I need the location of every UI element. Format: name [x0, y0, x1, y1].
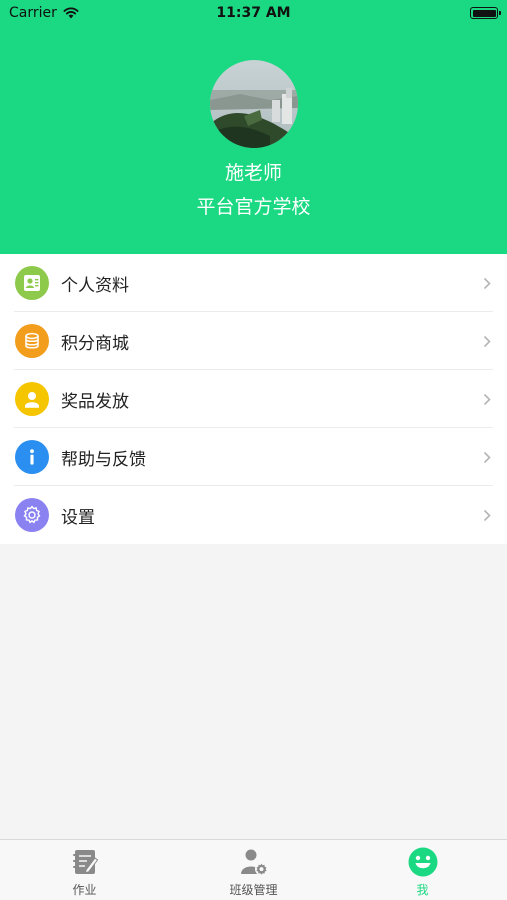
profile-header: Carrier 11:37 AM 施老师 平台官方学校 [0, 0, 507, 254]
chevron-right-icon [483, 509, 491, 521]
chevron-right-icon [483, 451, 491, 463]
menu-item-help-feedback[interactable]: 帮助与反馈 [0, 428, 507, 486]
avatar-photo [210, 60, 298, 148]
chevron-right-icon [483, 277, 491, 289]
me-smiley-icon [408, 847, 437, 877]
avatar[interactable] [210, 60, 298, 148]
profile-school: 平台官方学校 [196, 196, 311, 218]
battery-icon [470, 7, 501, 19]
tab-bar: 作业 班级管理 我 [0, 839, 507, 900]
screen: Carrier 11:37 AM 施老师 平台官方学校 个人资料 积分商城 奖品… [0, 0, 507, 900]
tab-me[interactable]: 我 [338, 840, 507, 900]
chevron-right-icon [483, 335, 491, 347]
menu-item-profile[interactable]: 个人资料 [0, 254, 507, 312]
menu-item-prize-distribution[interactable]: 奖品发放 [0, 370, 507, 428]
homework-icon [72, 850, 98, 874]
menu-item-label: 奖品发放 [61, 391, 129, 412]
tab-label: 我 [416, 883, 429, 897]
menu-item-label: 帮助与反馈 [61, 449, 146, 470]
menu-item-settings[interactable]: 设置 [0, 486, 507, 544]
coins-icon [15, 324, 49, 358]
battery-fill [472, 9, 496, 17]
menu-item-points-mall[interactable]: 积分商城 [0, 312, 507, 370]
menu-item-label: 个人资料 [61, 275, 129, 296]
prize-user-icon [15, 382, 49, 416]
gear-icon [15, 498, 49, 532]
status-time: 11:37 AM [216, 5, 291, 21]
profile-card-icon [15, 266, 49, 300]
info-icon [15, 440, 49, 474]
class-manage-icon [240, 849, 268, 876]
tab-homework[interactable]: 作业 [0, 840, 169, 900]
menu-list: 个人资料 积分商城 奖品发放 帮助与反馈 设置 [0, 254, 507, 544]
chevron-right-icon [483, 393, 491, 405]
profile-name: 施老师 [224, 162, 282, 184]
tab-label: 班级管理 [229, 883, 278, 897]
tab-label: 作业 [72, 883, 97, 897]
menu-item-label: 积分商城 [61, 333, 129, 354]
tab-class-management[interactable]: 班级管理 [169, 840, 338, 900]
menu-item-label: 设置 [61, 507, 95, 528]
status-bar: Carrier 11:37 AM [0, 0, 507, 28]
